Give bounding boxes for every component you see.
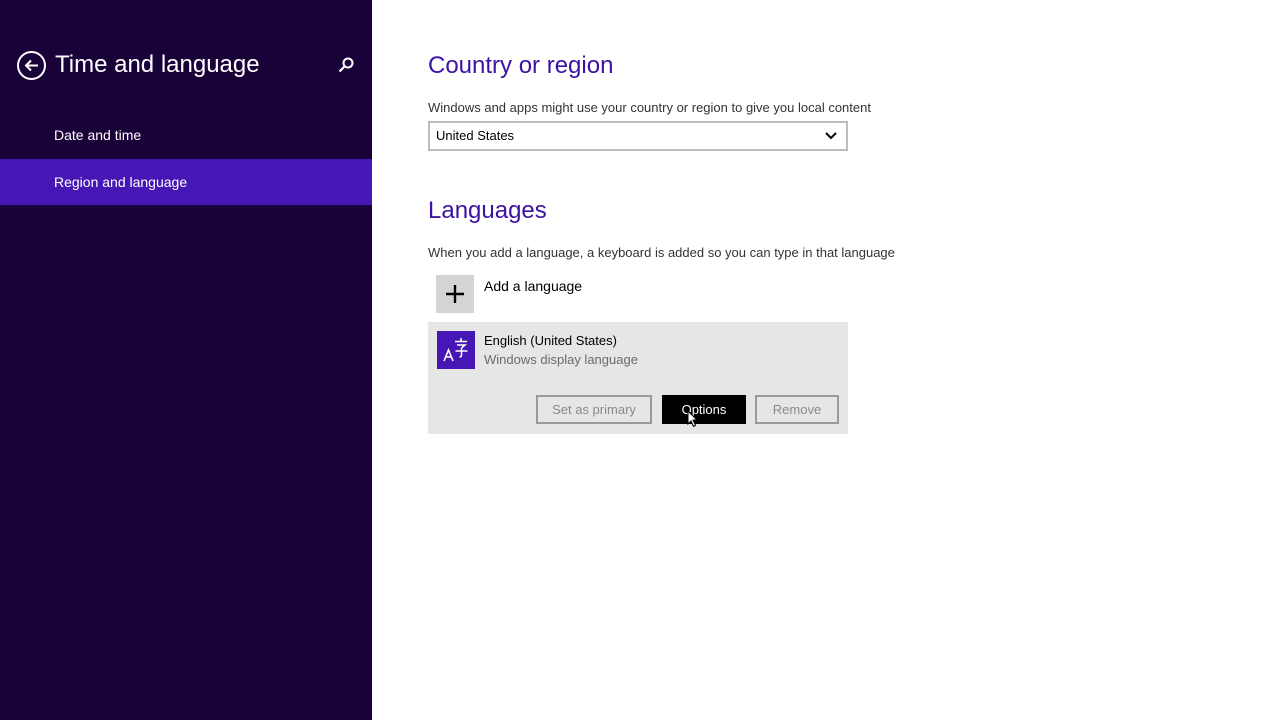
main-content: Country or region Windows and apps might… (372, 0, 1280, 720)
country-select[interactable]: United States (428, 121, 848, 151)
add-language-button[interactable]: Add a language (436, 275, 636, 313)
search-button[interactable] (336, 56, 356, 76)
add-language-label: Add a language (484, 278, 583, 294)
back-button[interactable] (17, 51, 46, 80)
sidebar-item-label: Region and language (54, 174, 188, 190)
remove-button[interactable]: Remove (755, 395, 839, 424)
language-subtitle: Windows display language (484, 352, 638, 367)
sidebar-nav: Date and time Region and language (0, 112, 372, 205)
language-name: English (United States) (484, 333, 617, 348)
page-title: Time and language (55, 51, 260, 78)
search-icon (338, 57, 354, 73)
add-tile (436, 275, 474, 313)
language-item[interactable]: English (United States) Windows display … (428, 322, 848, 434)
set-as-primary-button[interactable]: Set as primary (536, 395, 652, 424)
sidebar-item-label: Date and time (54, 127, 142, 143)
country-select-value: United States (436, 128, 515, 143)
options-button[interactable]: Options (662, 395, 746, 424)
chevron-down-icon (825, 132, 837, 140)
sidebar-header: Time and language (0, 44, 372, 88)
sidebar-item-region-and-language[interactable]: Region and language (0, 159, 372, 205)
sidebar-item-date-and-time[interactable]: Date and time (0, 112, 372, 158)
country-description: Windows and apps might use your country … (428, 100, 871, 115)
settings-app: Time and language Date and time Region a… (0, 0, 1280, 720)
languages-description: When you add a language, a keyboard is a… (428, 245, 895, 260)
plus-icon (446, 285, 464, 303)
sidebar: Time and language Date and time Region a… (0, 0, 372, 720)
language-glyph-icon (443, 338, 468, 362)
country-section-title: Country or region (428, 52, 614, 79)
languages-section-title: Languages (428, 197, 547, 224)
language-icon (437, 331, 475, 369)
back-arrow-icon (24, 59, 38, 72)
